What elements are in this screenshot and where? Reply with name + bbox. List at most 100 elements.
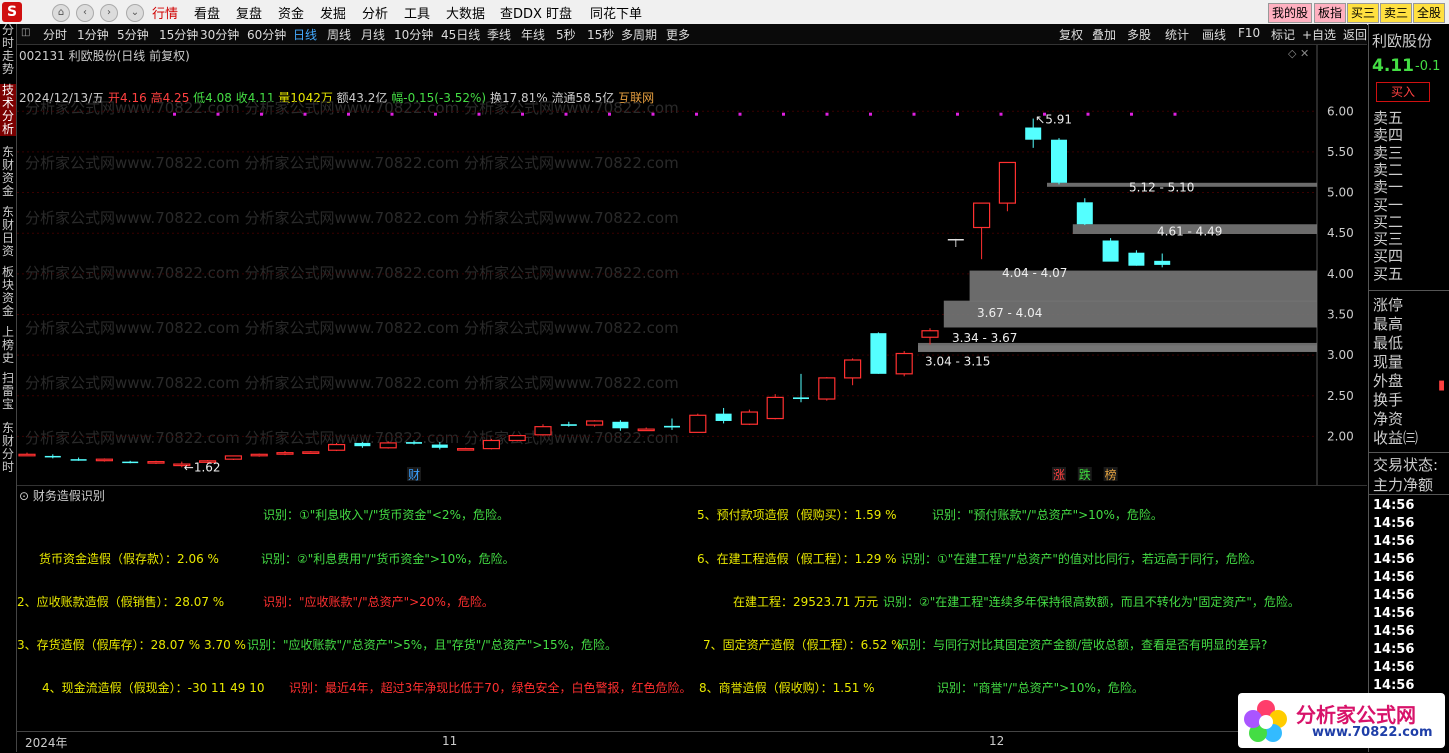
sidebar-tab-0[interactable]: 分时走势 (0, 24, 16, 76)
candle[interactable] (122, 460, 139, 464)
period-tab-8[interactable]: 月线 (361, 26, 385, 43)
quick-button-1[interactable]: 板指 (1314, 3, 1347, 23)
candle[interactable] (740, 409, 759, 426)
event-marker[interactable]: 财 (408, 468, 420, 482)
menu-3[interactable]: 资金 (278, 3, 304, 22)
period-tab-3[interactable]: 15分钟 (159, 26, 198, 43)
menu-4[interactable]: 发掘 (320, 3, 346, 22)
candle[interactable] (921, 328, 939, 345)
chart-tool-4[interactable]: 画线 (1202, 26, 1226, 43)
menu-7[interactable]: 大数据 (446, 3, 485, 22)
candle[interactable] (18, 452, 36, 457)
period-tab-9[interactable]: 10分钟 (394, 26, 433, 43)
period-tab-1[interactable]: 1分钟 (77, 26, 109, 43)
candle[interactable] (895, 351, 913, 377)
candle[interactable] (972, 202, 991, 260)
chart-tool-1[interactable]: 叠加 (1092, 26, 1116, 43)
event-marker[interactable]: 跌 (1079, 467, 1091, 482)
candlestick-chart[interactable]: 分析家公式网www.70822.com 分析家公式网www.70822.com … (17, 45, 1367, 485)
buy-button[interactable]: 买入 (1376, 82, 1430, 102)
candle[interactable] (1051, 138, 1067, 185)
chart-tool-6[interactable]: 标记 (1271, 26, 1295, 43)
menu-6[interactable]: 工具 (404, 3, 430, 22)
period-tab-0[interactable]: 分时 (43, 26, 67, 43)
candle[interactable] (1128, 250, 1145, 266)
candle[interactable] (818, 377, 836, 401)
sidebar-tab-4[interactable]: 板块资金 (0, 266, 16, 318)
menu-10[interactable]: 同花下单 (590, 3, 642, 22)
menu-5[interactable]: 分析 (362, 3, 388, 22)
period-tab-15[interactable]: 多周期 (621, 26, 657, 43)
event-marker[interactable]: 涨 (1053, 467, 1065, 482)
candle[interactable] (379, 441, 397, 449)
menu-9[interactable]: 盯盘 (546, 3, 572, 22)
menu-1[interactable]: 看盘 (194, 3, 220, 22)
period-tab-13[interactable]: 5秒 (556, 26, 576, 43)
candle[interactable] (715, 407, 732, 424)
quick-button-0[interactable]: 我的股 (1268, 3, 1313, 23)
candle[interactable] (585, 420, 604, 427)
candle[interactable] (1102, 238, 1119, 262)
quick-button-2[interactable]: 买三 (1347, 3, 1380, 23)
candle[interactable] (766, 394, 784, 420)
candle[interactable] (328, 442, 346, 452)
sidebar-tab-3[interactable]: 东财日资 (0, 206, 16, 258)
candle[interactable] (95, 458, 114, 462)
chart-tool-3[interactable]: 统计 (1165, 26, 1189, 43)
candle[interactable] (147, 460, 165, 465)
panel-toggle-icon[interactable]: ⊙ (19, 489, 29, 503)
sidebar-tab-6[interactable]: 扫雷宝 (0, 372, 16, 411)
sidebar-tab-2[interactable]: 东财资金 (0, 146, 16, 198)
candle[interactable] (998, 161, 1017, 212)
sidebar-tab-7[interactable]: 东财分时 (0, 422, 16, 474)
chart-tool-5[interactable]: F10 (1238, 26, 1260, 40)
candle[interactable] (689, 413, 707, 433)
period-tab-2[interactable]: 5分钟 (117, 26, 149, 43)
chart-tool-0[interactable]: 复权 (1059, 26, 1083, 43)
period-tab-12[interactable]: 年线 (521, 26, 545, 43)
candle[interactable] (457, 447, 475, 451)
candle[interactable] (637, 427, 655, 432)
menu-8[interactable]: 查DDX (500, 3, 542, 22)
candle[interactable] (482, 438, 500, 450)
period-tab-7[interactable]: 周线 (327, 26, 351, 43)
period-tab-4[interactable]: 30分钟 (200, 26, 239, 43)
candle[interactable] (250, 453, 268, 457)
quick-button-3[interactable]: 卖三 (1380, 3, 1413, 23)
chart-tool-7[interactable]: +自选 (1302, 26, 1336, 43)
chart-tool-2[interactable]: 多股 (1127, 26, 1151, 43)
forward-icon[interactable]: › (100, 4, 118, 22)
menu-2[interactable]: 复盘 (236, 3, 262, 22)
period-tab-16[interactable]: 更多 (666, 26, 690, 43)
dropdown-icon[interactable]: ⌄ (126, 4, 144, 22)
candle[interactable] (793, 373, 809, 403)
period-tab-6[interactable]: 日线 (293, 26, 317, 43)
collapse-icon[interactable]: ◫ (21, 27, 30, 38)
candle[interactable] (276, 451, 294, 456)
candle[interactable] (560, 421, 577, 427)
sidebar-tab-5[interactable]: 上榜史 (0, 326, 16, 365)
app-logo-icon[interactable]: S (2, 2, 22, 22)
quick-button-4[interactable]: 全股 (1413, 3, 1446, 23)
candle[interactable] (508, 434, 526, 442)
candle[interactable] (302, 451, 320, 454)
home-icon[interactable]: ⌂ (52, 4, 70, 22)
candle[interactable] (870, 332, 887, 374)
candle[interactable] (947, 238, 964, 248)
candle[interactable] (44, 454, 61, 459)
period-tab-5[interactable]: 60分钟 (247, 26, 286, 43)
candle[interactable] (534, 424, 552, 436)
period-tab-11[interactable]: 季线 (487, 26, 511, 43)
candle[interactable] (843, 358, 862, 386)
candle[interactable] (1076, 198, 1093, 226)
back-icon[interactable]: ‹ (76, 4, 94, 22)
period-tab-10[interactable]: 45日线 (441, 26, 480, 43)
menu-0[interactable]: 行情 (152, 3, 178, 22)
event-marker[interactable]: 榜 (1105, 467, 1117, 482)
candle[interactable] (1154, 253, 1171, 268)
chart-tool-8[interactable]: 返回 (1343, 26, 1367, 43)
candle[interactable] (224, 455, 242, 460)
candle[interactable] (70, 457, 87, 461)
period-tab-14[interactable]: 15秒 (587, 26, 614, 43)
sidebar-tab-1[interactable]: 技术分析 (0, 84, 16, 136)
